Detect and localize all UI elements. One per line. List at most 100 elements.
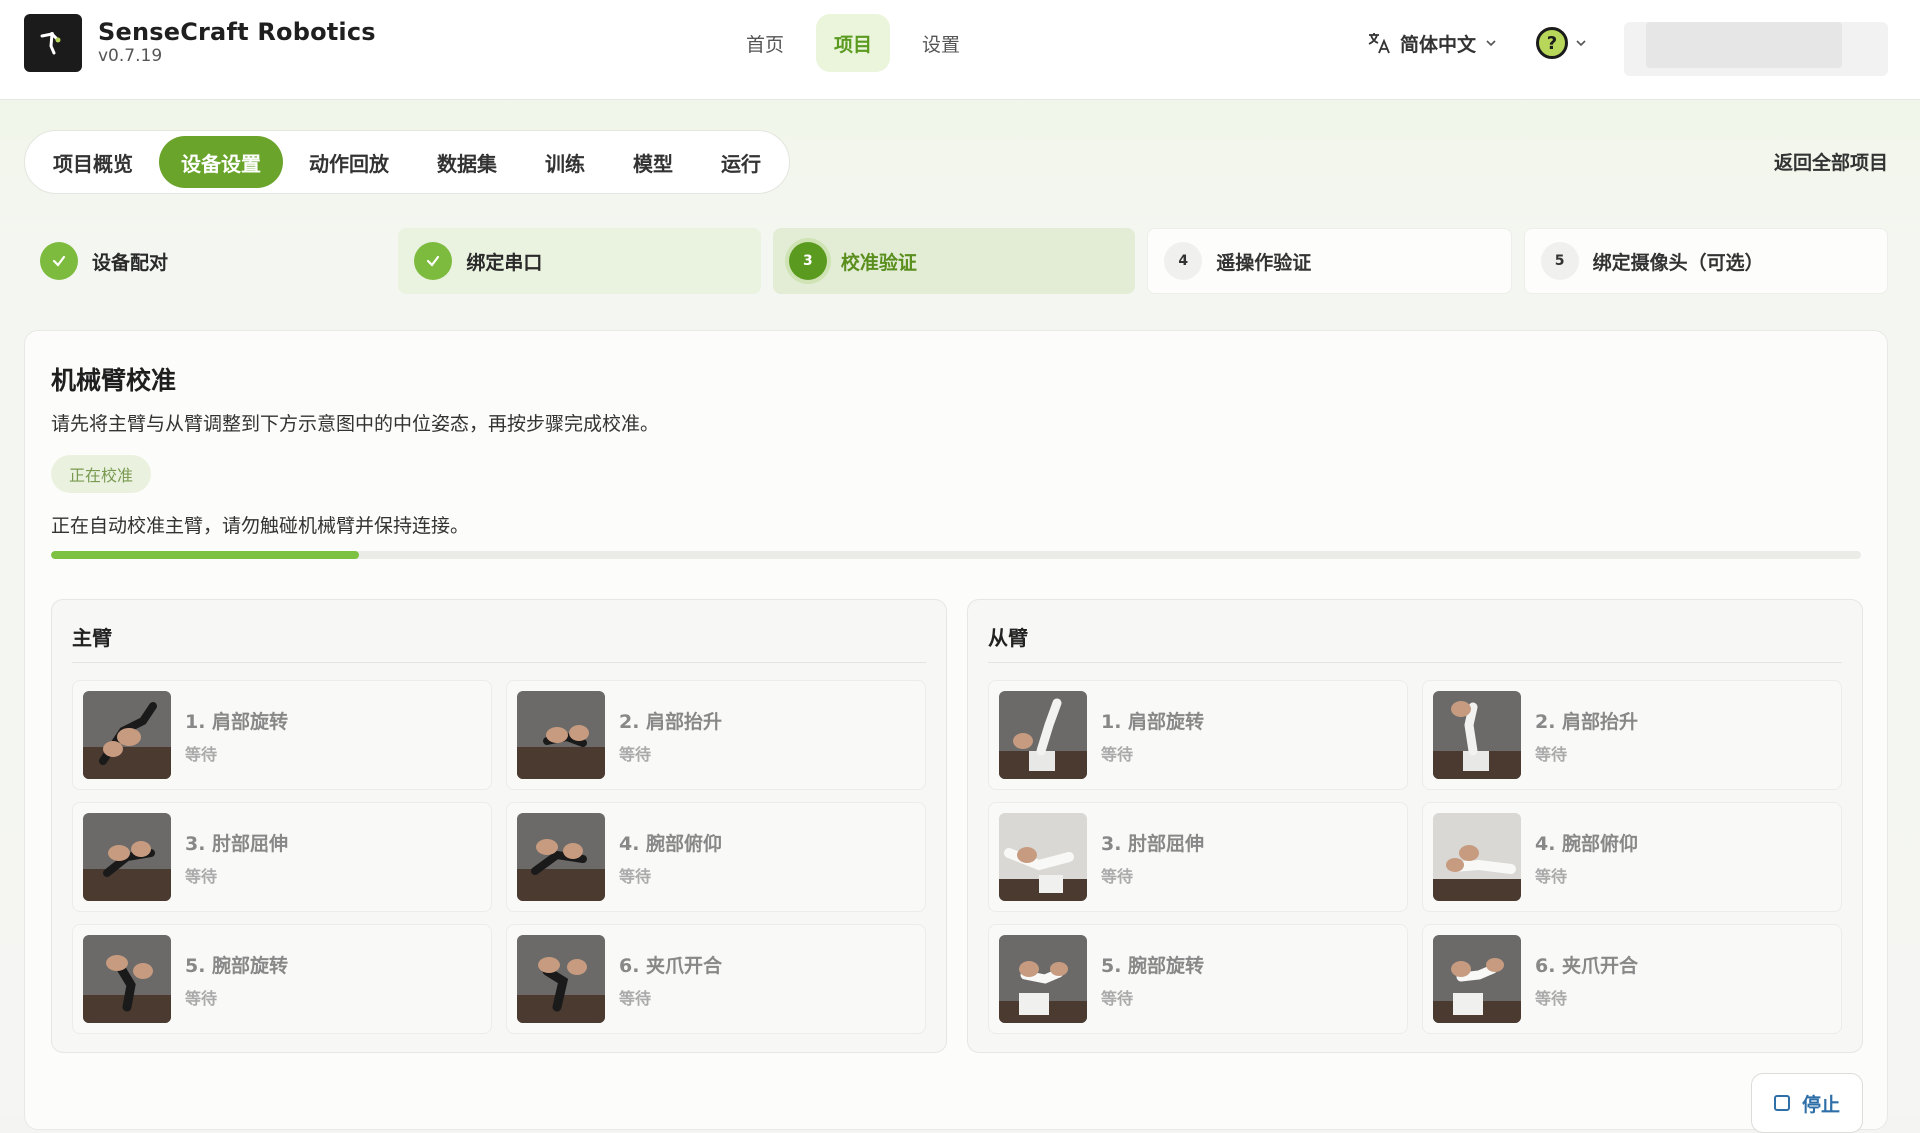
joint-card: 5. 腕部旋转 等待	[988, 924, 1408, 1034]
language-select[interactable]: 简体中文	[1366, 26, 1498, 60]
joint-status: 等待	[185, 745, 218, 764]
project-tabs: 项目概览 设备设置 动作回放 数据集 训练 模型 运行	[24, 130, 790, 194]
chevron-down-icon	[1486, 40, 1496, 47]
tab-overview[interactable]: 项目概览	[31, 136, 155, 188]
step-device-pairing[interactable]: 设备配对	[24, 228, 386, 294]
joint-card: 1. 肩部旋转 等待	[988, 680, 1408, 790]
tab-model[interactable]: 模型	[611, 136, 695, 188]
step-bind-serial[interactable]: 绑定串口	[398, 228, 761, 294]
setup-steps: 设备配对 绑定串口 3 校准验证 4 遥操作验证 5 绑定摄像头（可选）	[24, 228, 1889, 294]
chevron-down-icon	[1576, 40, 1586, 47]
joint-status: 等待	[619, 745, 652, 764]
step-label: 遥操作验证	[1216, 251, 1312, 274]
tab-training[interactable]: 训练	[523, 136, 607, 188]
joint-status: 等待	[1101, 989, 1134, 1008]
joint-name: 3. 肘部屈伸	[1101, 833, 1205, 855]
redacted-account-info	[1646, 22, 1842, 68]
help-icon: ?	[1536, 27, 1568, 59]
step-teleop[interactable]: 4 遥操作验证	[1147, 228, 1512, 294]
joint-grid: 1. 肩部旋转 等待 2. 肩部抬升 等待 3. 肘部屈伸 等待 4. 腕部俯仰…	[988, 680, 1844, 1034]
nav-settings[interactable]: 设置	[904, 14, 978, 72]
joint-card: 2. 肩部抬升 等待	[1422, 680, 1842, 790]
app-name: SenseCraft Robotics	[98, 18, 376, 46]
step-calibration[interactable]: 3 校准验证	[772, 228, 1136, 294]
joint-name: 6. 夹爪开合	[1535, 955, 1639, 977]
joint-image	[83, 935, 171, 1023]
nav-home[interactable]: 首页	[728, 14, 802, 72]
joint-grid: 1. 肩部旋转 等待 2. 肩部抬升 等待 3. 肘部屈伸 等待 4. 腕部俯仰…	[72, 680, 928, 1034]
progress-fill	[51, 551, 359, 559]
joint-image	[83, 813, 171, 901]
joint-status: 等待	[619, 867, 652, 886]
joint-image	[999, 935, 1087, 1023]
check-icon	[414, 242, 453, 280]
joint-image	[517, 935, 605, 1023]
tab-run[interactable]: 运行	[699, 136, 783, 188]
calibration-description: 请先将主臂与从臂调整到下方示意图中的中位姿态，再按步骤完成校准。	[51, 413, 660, 435]
joint-status: 等待	[185, 867, 218, 886]
step-label: 校准验证	[840, 251, 917, 274]
robot-arm-logo[interactable]	[24, 14, 82, 72]
tab-dataset[interactable]: 数据集	[415, 136, 519, 188]
joint-name: 4. 腕部俯仰	[1535, 833, 1639, 855]
translate-icon	[1368, 33, 1390, 54]
calibration-title: 机械臂校准	[51, 366, 177, 395]
joint-image	[517, 691, 605, 779]
joint-status: 等待	[1101, 867, 1134, 886]
joint-status: 等待	[1535, 989, 1568, 1008]
joint-status: 等待	[619, 989, 652, 1008]
joint-card: 3. 肘部屈伸 等待	[72, 802, 492, 912]
step-label: 绑定摄像头（可选）	[1592, 251, 1764, 274]
divider	[988, 662, 1842, 663]
user-account-area[interactable]	[1624, 22, 1888, 76]
step-label: 设备配对	[92, 251, 169, 274]
tab-device-setup[interactable]: 设备设置	[159, 136, 283, 188]
nav-projects[interactable]: 项目	[816, 14, 891, 72]
joint-card: 3. 肘部屈伸 等待	[988, 802, 1408, 912]
back-to-projects-link[interactable]: 返回全部项目	[1774, 148, 1888, 175]
joint-image	[1433, 691, 1521, 779]
top-bar: SenseCraft Robotics v0.7.19 首页 项目 设置 简体中…	[0, 0, 1920, 100]
joint-name: 2. 肩部抬升	[619, 711, 723, 733]
step-number: 4	[1164, 242, 1203, 280]
joint-status: 等待	[1535, 745, 1568, 764]
joint-name: 4. 腕部俯仰	[619, 833, 723, 855]
joint-card: 4. 腕部俯仰 等待	[1422, 802, 1842, 912]
stop-icon	[1773, 1095, 1790, 1111]
joint-name: 5. 腕部旋转	[1101, 955, 1205, 977]
step-number: 5	[1540, 242, 1579, 280]
joint-name: 2. 肩部抬升	[1535, 711, 1639, 733]
arm-title: 主臂	[72, 626, 112, 650]
status-badge: 正在校准	[51, 455, 152, 493]
step-label: 绑定串口	[466, 251, 543, 274]
leader-arm-panel: 主臂 1. 肩部旋转 等待 2. 肩部抬升 等待 3. 肘部屈伸 等待 4. 腕…	[51, 599, 947, 1053]
stop-button[interactable]: 停止	[1750, 1073, 1863, 1133]
joint-name: 1. 肩部旋转	[1101, 711, 1205, 733]
app-version: v0.7.19	[98, 46, 163, 66]
joint-name: 6. 夹爪开合	[619, 955, 723, 977]
joint-image	[517, 813, 605, 901]
joint-card: 4. 腕部俯仰 等待	[506, 802, 926, 912]
joint-card: 6. 夹爪开合 等待	[1422, 924, 1842, 1034]
main-nav: 首页 项目 设置	[728, 14, 978, 72]
joint-image	[1433, 813, 1521, 901]
joint-status: 等待	[1535, 867, 1568, 886]
follower-arm-panel: 从臂 1. 肩部旋转 等待 2. 肩部抬升 等待 3. 肘部屈伸 等待 4. 腕…	[967, 599, 1863, 1053]
joint-image	[999, 813, 1087, 901]
joint-status: 等待	[1101, 745, 1134, 764]
calibration-progress-bar	[51, 551, 1861, 559]
robot-arm-icon	[40, 32, 61, 55]
divider	[72, 662, 926, 663]
joint-card: 5. 腕部旋转 等待	[72, 924, 492, 1034]
arm-title: 从臂	[988, 626, 1028, 650]
joint-image	[999, 691, 1087, 779]
calibration-card: 机械臂校准 请先将主臂与从臂调整到下方示意图中的中位姿态，再按步骤完成校准。 正…	[24, 330, 1888, 1133]
check-icon	[40, 242, 78, 280]
joint-image	[1433, 935, 1521, 1023]
joint-name: 5. 腕部旋转	[185, 955, 289, 977]
language-label: 简体中文	[1400, 33, 1477, 56]
stop-label: 停止	[1801, 1093, 1840, 1116]
tab-replay[interactable]: 动作回放	[287, 136, 411, 188]
help-menu[interactable]: ?	[1536, 26, 1588, 60]
step-bind-camera[interactable]: 5 绑定摄像头（可选）	[1523, 228, 1889, 294]
